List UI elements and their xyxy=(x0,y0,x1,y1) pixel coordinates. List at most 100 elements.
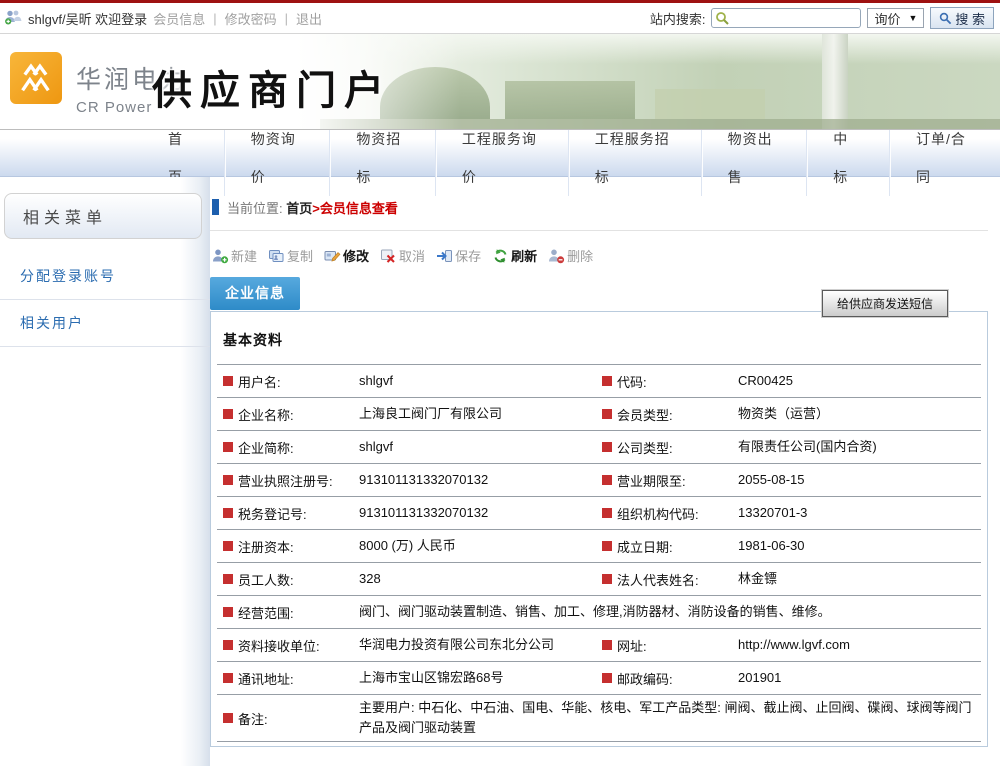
search-category-value: 询价 xyxy=(874,9,900,28)
record-toolbar: 新建 复制 修改 xyxy=(212,246,1000,265)
change-password-link[interactable]: 修改密码 xyxy=(225,9,277,28)
main-nav: 首 页 物资询价 物资招标 工程服务询价 工程服务招标 物资出售 中 标 订单/… xyxy=(0,139,1000,177)
info-rows: 用户名: shlgvf 代码: CR00425 企业名称: 上海良工阀门厂有限公… xyxy=(217,364,981,742)
red-bullet-icon xyxy=(223,713,233,723)
table-row: 注册资本: 8000 (万) 人民币 成立日期: 1981-06-30 xyxy=(217,529,981,562)
section-title: 基本资料 xyxy=(223,330,981,350)
field-value: 物资类（运营） xyxy=(738,404,981,424)
refresh-icon xyxy=(492,248,509,264)
search-icon xyxy=(715,11,730,26)
red-bullet-icon xyxy=(602,475,612,485)
table-row: 用户名: shlgvf 代码: CR00425 xyxy=(217,364,981,397)
red-bullet-icon xyxy=(223,673,233,683)
top-user-bar: shlgvf/吴昕 欢迎登录 会员信息 | 修改密码 | 退出 站内搜索: 询价… xyxy=(0,3,1000,34)
cancel-button[interactable]: 取消 xyxy=(380,246,425,265)
delete-button-label: 删除 xyxy=(567,246,593,265)
cancel-icon xyxy=(380,248,397,264)
field-value: 阀门、阀门驱动装置制造、销售、加工、修理,消防器材、消防设备的销售、维修。 xyxy=(359,602,981,622)
search-input[interactable] xyxy=(711,8,861,28)
new-button[interactable]: 新建 xyxy=(212,246,257,265)
delete-icon xyxy=(548,248,565,264)
field-label: 员工人数: xyxy=(217,570,359,589)
search-category-select[interactable]: 询价 ▼ xyxy=(867,8,924,28)
sidebar: 相关菜单 分配登录账号 相关用户 xyxy=(0,177,210,766)
field-label: 注册资本: xyxy=(217,537,359,556)
field-label: 企业简称: xyxy=(217,438,359,457)
cr-power-logo xyxy=(10,52,62,104)
member-info-link[interactable]: 会员信息 xyxy=(153,9,205,28)
field-label: 税务登记号: xyxy=(217,504,359,523)
new-button-label: 新建 xyxy=(231,246,257,265)
field-label: 营业期限至: xyxy=(596,471,738,490)
search-button-label: 搜 索 xyxy=(955,9,985,28)
sidebar-title: 相关菜单 xyxy=(4,193,202,239)
field-value: 201901 xyxy=(738,668,981,688)
table-row: 企业名称: 上海良工阀门厂有限公司 会员类型: 物资类（运营） xyxy=(217,397,981,430)
field-label: 备注: xyxy=(217,709,359,728)
field-value: shlgvf xyxy=(359,371,596,391)
red-bullet-icon xyxy=(223,376,233,386)
red-bullet-icon xyxy=(223,574,233,584)
edit-button[interactable]: 修改 xyxy=(324,246,369,265)
breadcrumb-current: >会员信息查看 xyxy=(312,198,398,217)
red-bullet-icon xyxy=(223,409,233,419)
tab-enterprise-info[interactable]: 企业信息 xyxy=(210,277,300,310)
breadcrumb-divider xyxy=(210,230,988,231)
field-label: 代码: xyxy=(596,372,738,391)
body-columns: 相关菜单 分配登录账号 相关用户 当前位置: 首页 >会员信息查看 xyxy=(0,177,1000,766)
field-label: 企业名称: xyxy=(217,405,359,424)
edit-button-label: 修改 xyxy=(343,246,369,265)
red-bullet-icon xyxy=(223,508,233,518)
breadcrumb: 当前位置: 首页 >会员信息查看 xyxy=(210,198,1000,216)
field-value: 林金镖 xyxy=(738,569,981,589)
field-value: 13320701-3 xyxy=(738,503,981,523)
logout-link[interactable]: 退出 xyxy=(296,9,322,28)
field-value: 有限责任公司(国内合资) xyxy=(738,437,981,457)
field-label: 网址: xyxy=(596,636,738,655)
red-bullet-icon xyxy=(223,442,233,452)
breadcrumb-label: 当前位置: xyxy=(227,198,283,217)
table-row: 经营范围: 阀门、阀门驱动装置制造、销售、加工、修理,消防器材、消防设备的销售、… xyxy=(217,595,981,628)
field-label: 会员类型: xyxy=(596,405,738,424)
users-icon xyxy=(4,9,22,28)
copy-button[interactable]: 复制 xyxy=(268,246,313,265)
refresh-button[interactable]: 刷新 xyxy=(492,246,537,265)
save-button[interactable]: 保存 xyxy=(436,246,481,265)
red-bullet-icon xyxy=(223,541,233,551)
user-session-area: shlgvf/吴昕 欢迎登录 会员信息 | 修改密码 | 退出 xyxy=(4,9,322,28)
table-row: 资料接收单位: 华润电力投资有限公司东北分公司 网址: http://www.l… xyxy=(217,628,981,661)
field-value: 8000 (万) 人民币 xyxy=(359,536,596,556)
red-bullet-icon xyxy=(602,442,612,452)
search-button-icon xyxy=(939,12,952,25)
sidebar-item-related-users[interactable]: 相关用户 xyxy=(0,300,210,347)
breadcrumb-root[interactable]: 首页 xyxy=(286,198,312,217)
field-label: 邮政编码: xyxy=(596,669,738,688)
copy-button-label: 复制 xyxy=(287,246,313,265)
field-label: 法人代表姓名: xyxy=(596,570,738,589)
field-value: 上海市宝山区锦宏路68号 xyxy=(359,668,596,688)
site-search-label: 站内搜索: xyxy=(650,9,706,28)
field-label: 组织机构代码: xyxy=(596,504,738,523)
welcome-text: shlgvf/吴昕 欢迎登录 xyxy=(28,9,147,28)
field-value: 1981-06-30 xyxy=(738,536,981,556)
delete-button[interactable]: 删除 xyxy=(548,246,593,265)
search-input-wrap xyxy=(711,8,861,28)
table-row: 备注: 主要用户: 中石化、中石油、国电、华能、核电、军工产品类型: 闸阀、截止… xyxy=(217,694,981,742)
send-sms-to-supplier-button[interactable]: 给供应商发送短信 xyxy=(822,290,948,317)
sidebar-item-assign-login-account[interactable]: 分配登录账号 xyxy=(0,253,210,300)
field-value: 913101131332070132 xyxy=(359,503,596,523)
red-bullet-icon xyxy=(602,673,612,683)
red-bullet-icon xyxy=(602,409,612,419)
table-row: 通讯地址: 上海市宝山区锦宏路68号 邮政编码: 201901 xyxy=(217,661,981,694)
field-label: 成立日期: xyxy=(596,537,738,556)
red-bullet-icon xyxy=(602,376,612,386)
header-banner: 华润电力 CR Power 供应商门户 xyxy=(0,34,1000,130)
refresh-button-label: 刷新 xyxy=(511,246,537,265)
field-value: http://www.lgvf.com xyxy=(738,635,981,655)
search-button[interactable]: 搜 索 xyxy=(930,7,994,29)
field-label: 营业执照注册号: xyxy=(217,471,359,490)
field-value: 上海良工阀门厂有限公司 xyxy=(359,404,596,424)
red-bullet-icon xyxy=(602,574,612,584)
red-bullet-icon xyxy=(602,640,612,650)
table-row: 营业执照注册号: 913101131332070132 营业期限至: 2055-… xyxy=(217,463,981,496)
